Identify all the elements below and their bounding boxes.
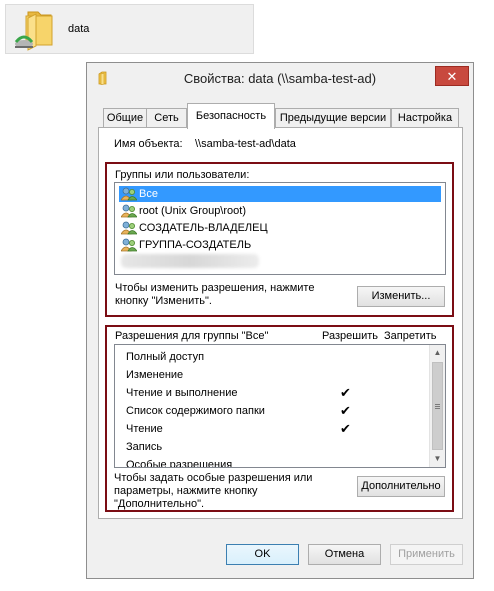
ok-button[interactable]: OK [226,544,299,565]
grip-line [435,404,440,405]
permission-name: Список содержимого папки [126,405,265,417]
permission-row: Запись [126,438,426,456]
permission-row: Список содержимого папки ✔ [126,402,426,420]
users-group-icon [121,187,137,201]
change-button[interactable]: Изменить... [357,286,445,307]
list-item-label: root (Unix Group\root) [139,205,246,217]
permissions-list[interactable]: Полный доступ Изменение Чтение и выполне… [114,344,446,468]
allow-check-icon: ✔ [340,385,351,400]
list-item-label: ГРУППА-СОЗДАТЕЛЬ [139,239,252,251]
users-group-icon [121,221,137,235]
allow-check-icon: ✔ [340,421,351,436]
list-item[interactable]: СОЗДАТЕЛЬ-ВЛАДЕЛЕЦ [119,220,441,236]
allow-column-header: Разрешить [322,330,378,342]
permission-name: Изменение [126,369,184,381]
grip-line [435,406,440,407]
close-button[interactable]: ✕ [435,66,469,86]
permission-row: Изменение [126,366,426,384]
groups-list[interactable]: Все root (Unix Group\root) СОЗДАТЕЛЬ-ВЛА… [114,182,446,275]
folder-tile[interactable]: data [5,4,254,54]
tab-network[interactable]: Сеть [146,108,187,127]
permission-row: Чтение ✔ [126,420,426,438]
users-group-icon [121,238,137,252]
groups-label: Группы или пользователи: [115,169,250,181]
permissions-scrollbar[interactable]: ▲ ▼ [429,345,445,467]
permission-row: Полный доступ [126,348,426,366]
deny-column-header: Запретить [384,330,437,342]
permission-name: Особые разрешения [126,459,233,468]
scroll-thumb[interactable] [432,362,443,450]
object-name-label: Имя объекта: [114,138,183,150]
redacted-list-item [121,254,259,268]
grip-line [435,408,440,409]
list-item[interactable]: Все [119,186,441,202]
object-name-value: \\samba-test-ad\data [195,138,296,150]
list-item[interactable]: root (Unix Group\root) [119,203,441,219]
permission-row: Чтение и выполнение ✔ [126,384,426,402]
tab-security[interactable]: Безопасность [187,103,275,129]
permission-name: Запись [126,441,163,453]
change-permissions-hint: Чтобы изменить разрешения, нажмите кнопк… [115,282,315,307]
tab-general[interactable]: Общие [103,108,147,127]
folder-name: data [68,23,90,35]
tab-customize[interactable]: Настройка [391,108,459,127]
users-group-icon [121,204,137,218]
apply-button[interactable]: Применить [390,544,463,565]
properties-dialog: Свойства: data (\\samba-test-ad) ✕ Общие… [86,62,474,579]
tab-previous-versions[interactable]: Предыдущие версии [275,108,391,127]
list-item-label: СОЗДАТЕЛЬ-ВЛАДЕЛЕЦ [139,222,268,234]
cancel-button[interactable]: Отмена [308,544,381,565]
permission-row: Особые разрешения [126,456,426,468]
list-item[interactable]: ГРУППА-СОЗДАТЕЛЬ [119,237,441,253]
title-bar[interactable]: Свойства: data (\\samba-test-ad) ✕ [87,63,473,93]
advanced-button[interactable]: Дополнительно [357,476,445,497]
allow-check-icon: ✔ [340,403,351,418]
list-item-label: Все [139,188,158,200]
advanced-hint: Чтобы задать особые разрешения или парам… [114,472,313,510]
permission-name: Полный доступ [126,351,205,363]
scroll-down-arrow-icon[interactable]: ▼ [430,451,445,467]
scroll-up-arrow-icon[interactable]: ▲ [430,345,445,361]
shared-folder-icon [14,11,53,51]
permission-name: Чтение [126,423,163,435]
permissions-label: Разрешения для группы "Все" [115,330,269,342]
permission-name: Чтение и выполнение [126,387,238,399]
dialog-title: Свойства: data (\\samba-test-ad) [183,71,377,86]
